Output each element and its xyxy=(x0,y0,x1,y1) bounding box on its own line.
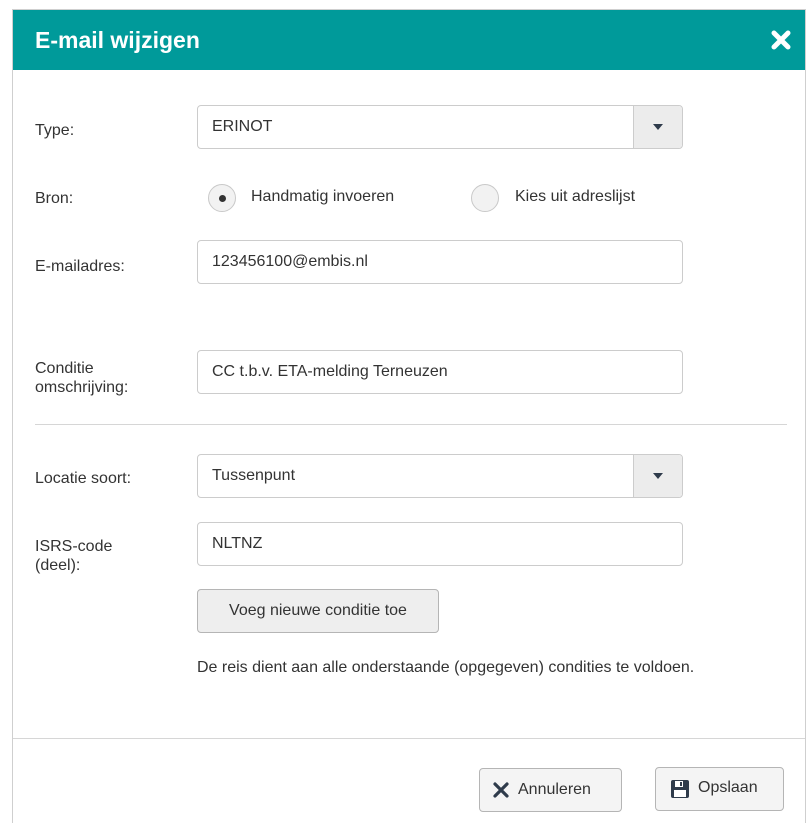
save-button[interactable]: Opslaan xyxy=(655,767,784,811)
email-label: E-mailadres: xyxy=(35,258,125,275)
locatie-soort-select[interactable]: Tussenpunt xyxy=(197,454,683,498)
x-icon xyxy=(493,782,509,798)
close-icon xyxy=(771,30,791,50)
radio-handmatig-invoeren[interactable] xyxy=(208,184,236,212)
type-label: Type: xyxy=(35,122,75,139)
type-select-toggle[interactable] xyxy=(633,106,682,148)
radio-kies-uit-adreslijst[interactable] xyxy=(471,184,499,212)
close-button[interactable] xyxy=(769,28,793,52)
cancel-button[interactable]: Annuleren xyxy=(479,768,622,812)
caret-down-icon xyxy=(653,473,663,479)
footer-divider xyxy=(13,738,805,739)
dialog-title: E-mail wijzigen xyxy=(35,27,200,53)
locatie-soort-value: Tussenpunt xyxy=(212,467,296,484)
save-button-label: Opslaan xyxy=(698,779,758,796)
isrs-code-label: ISRS-code (deel): xyxy=(35,537,112,575)
caret-down-icon xyxy=(653,124,663,130)
conditie-label-line2: omschrijving: xyxy=(35,379,129,396)
email-edit-dialog: E-mail wijzigen Type: ERINOT Bron: Handm… xyxy=(12,9,806,823)
radio-handmatig-invoeren-label[interactable]: Handmatig invoeren xyxy=(251,188,394,206)
dialog-header: E-mail wijzigen xyxy=(13,10,805,70)
conditie-label: Conditie omschrijving: xyxy=(35,359,128,397)
bron-label: Bron: xyxy=(35,190,74,207)
cancel-button-label: Annuleren xyxy=(518,781,591,798)
email-field[interactable]: 123456100@embis.nl xyxy=(197,240,683,284)
conditie-label-line1: Conditie xyxy=(35,360,94,377)
conditie-omschrijving-field[interactable]: CC t.b.v. ETA-melding Terneuzen xyxy=(197,350,683,394)
isrs-label-line1: ISRS-code xyxy=(35,538,113,555)
condition-note: De reis dient aan alle onderstaande (opg… xyxy=(197,659,695,676)
add-condition-button[interactable]: Voeg nieuwe conditie toe xyxy=(197,589,439,633)
isrs-code-field[interactable]: NLTNZ xyxy=(197,522,683,566)
locatie-soort-label: Locatie soort: xyxy=(35,470,132,487)
isrs-label-line2: (deel): xyxy=(35,557,81,574)
section-divider xyxy=(35,424,787,425)
radio-selected-dot xyxy=(219,195,226,202)
type-select[interactable]: ERINOT xyxy=(197,105,683,149)
type-select-value: ERINOT xyxy=(212,118,273,135)
locatie-soort-toggle[interactable] xyxy=(633,455,682,497)
floppy-disk-icon xyxy=(671,780,689,798)
radio-kies-uit-adreslijst-label[interactable]: Kies uit adreslijst xyxy=(515,188,635,206)
